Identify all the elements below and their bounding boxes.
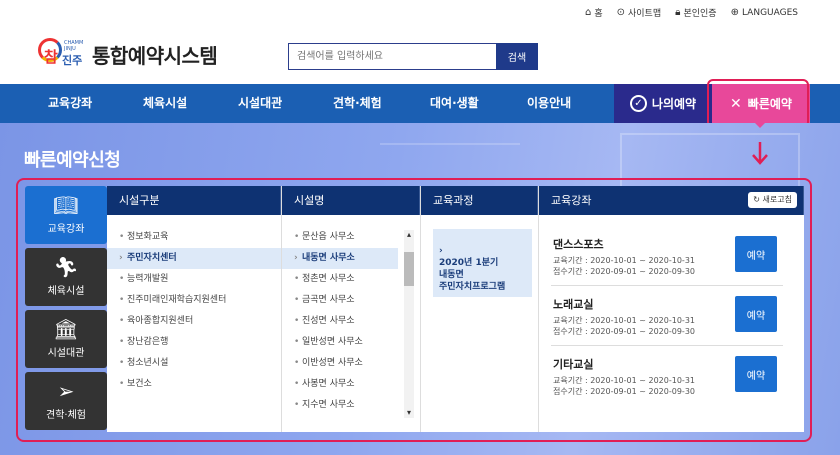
- facility-item[interactable]: • 일반성면 사무소: [282, 332, 398, 353]
- auth-link[interactable]: 🔒︎ 본인인증: [675, 6, 716, 19]
- bullet-icon: •: [294, 358, 300, 368]
- bullet-icon: •: [294, 400, 300, 410]
- category-tabs: 📖︎ 교육강좌 🏃︎ 체육시설 🏛︎ 시설대관 ➢ 견학·체험: [25, 186, 107, 432]
- quick-caret-icon: [754, 122, 766, 128]
- lecture-header: 교육강좌 ↻ 새로고침: [539, 186, 804, 215]
- reservation-content: 시설구분 • 정보화교육 › 주민자치센터 • 능력개발원 • 진주미래인재학습지원센터 • 육아…: [107, 186, 804, 432]
- sitemap-link[interactable]: ⊙ 사이트맵: [617, 6, 662, 19]
- facility-list: • 문산읍 사무소 › 내동면 사무소 • 정촌면 사무소 • 금곡면 사무소 • 진성면 사무소…: [282, 215, 398, 416]
- nav-item-tour[interactable]: 견학·체험: [333, 84, 382, 123]
- category-header: 시설구분: [107, 186, 281, 215]
- map-pin-icon: ⊙: [616, 7, 625, 18]
- bullet-icon: •: [294, 232, 300, 242]
- nav-item-education[interactable]: 교육강좌: [48, 84, 92, 123]
- reserve-button[interactable]: 예약: [735, 236, 777, 272]
- utility-bar: ⌂ 홈 ⊙ 사이트맵 🔒︎ 본인인증 ⊕ LANGUAGES: [0, 0, 840, 28]
- facility-item[interactable]: • 정촌면 사무소: [282, 269, 398, 290]
- nav-item-sports[interactable]: 체육시설: [143, 84, 187, 123]
- category-item[interactable]: • 능력개발원: [107, 269, 281, 290]
- category-item[interactable]: • 장난감은행: [107, 332, 281, 353]
- lock-icon: 🔒︎: [675, 7, 681, 18]
- chevron-up-icon[interactable]: ▴: [404, 230, 414, 240]
- bullet-icon: •: [294, 379, 300, 389]
- site-logo[interactable]: 참 CHAMM JINJU 진주 통합예약시스템: [38, 36, 218, 72]
- logo-mark: 참 CHAMM JINJU 진주: [38, 36, 88, 72]
- facility-item[interactable]: • 문산읍 사무소: [282, 227, 398, 248]
- chevron-down-icon[interactable]: ▾: [404, 408, 414, 418]
- bullet-icon: •: [119, 274, 125, 284]
- tab-tour[interactable]: ➢ 견학·체험: [25, 372, 107, 430]
- quick-reservation-highlight: [707, 79, 809, 128]
- facility-item[interactable]: • 진성면 사무소: [282, 311, 398, 332]
- nav-item-facility[interactable]: 시설대관: [238, 84, 282, 123]
- bullet-icon: •: [119, 379, 125, 389]
- course-column: 교육과정 › 2020년 1분기 내동면 주민자치프로그램: [421, 186, 539, 432]
- facility-item[interactable]: • 금곡면 사무소: [282, 290, 398, 311]
- bullet-icon: •: [294, 274, 300, 284]
- bullet-icon: •: [119, 337, 125, 347]
- category-column: 시설구분 • 정보화교육 › 주민자치센터 • 능력개발원 • 진주미래인재학습지원센터 • 육아…: [107, 186, 282, 432]
- globe-icon: ⊕: [730, 7, 739, 18]
- bullet-icon: •: [294, 295, 300, 305]
- page-title: 빠른예약신청: [24, 150, 121, 171]
- facility-item[interactable]: • 지수면 사무소: [282, 395, 398, 416]
- bullet-icon: •: [294, 337, 300, 347]
- tab-education[interactable]: 📖︎ 교육강좌: [25, 186, 107, 244]
- facility-item[interactable]: • 이반성면 사무소: [282, 353, 398, 374]
- category-item[interactable]: • 정보화교육: [107, 227, 281, 248]
- category-list: • 정보화교육 › 주민자치센터 • 능력개발원 • 진주미래인재학습지원센터 • 육아종합지원센…: [107, 215, 281, 395]
- bullet-icon: •: [294, 316, 300, 326]
- my-reservation-button[interactable]: ✓ 나의예약: [614, 84, 712, 123]
- check-circle-icon: ✓: [629, 95, 647, 112]
- home-icon: ⌂: [584, 7, 592, 18]
- bullet-icon: •: [119, 232, 125, 242]
- bullet-icon: •: [119, 295, 125, 305]
- runner-icon: 🏃︎: [53, 255, 79, 279]
- languages-link[interactable]: ⊕ LANGUAGES: [731, 6, 798, 19]
- tab-facility[interactable]: 🏛︎ 시설대관: [25, 310, 107, 368]
- tab-sports[interactable]: 🏃︎ 체육시설: [25, 248, 107, 306]
- chevron-right-icon: ›: [439, 246, 443, 256]
- refresh-icon: ↻: [753, 195, 760, 204]
- bullet-icon: •: [119, 358, 125, 368]
- site-title: 통합예약시스템: [92, 43, 218, 68]
- chevron-right-icon: ›: [294, 253, 298, 263]
- search-bar: 검색: [288, 43, 538, 70]
- scroll-thumb[interactable]: [404, 252, 414, 286]
- arrow-down-icon: [752, 142, 768, 165]
- facility-item[interactable]: • 사봉면 사무소: [282, 374, 398, 395]
- facility-column: 시설명 • 문산읍 사무소 › 내동면 사무소 • 정촌면 사무소 • 금곡면 사무소 • 진성면…: [282, 186, 421, 432]
- home-link[interactable]: ⌂ 홈: [585, 6, 603, 19]
- facility-header: 시설명: [282, 186, 420, 215]
- category-item[interactable]: • 진주미래인재학습지원센터: [107, 290, 281, 311]
- reserve-button[interactable]: 예약: [735, 356, 777, 392]
- category-item[interactable]: › 주민자치센터: [107, 248, 281, 269]
- search-button[interactable]: 검색: [496, 43, 538, 70]
- facility-scrollbar[interactable]: ▴ ▾: [404, 230, 414, 418]
- lecture-column: 교육강좌 ↻ 새로고침 댄스스포츠 교육기간 : 2020-10-01 ~ 20…: [539, 186, 804, 432]
- nav-item-guide[interactable]: 이용안내: [527, 84, 571, 123]
- lecture-card: 댄스스포츠 교육기간 : 2020-10-01 ~ 2020-10-31 접수기간…: [551, 226, 783, 286]
- category-item[interactable]: • 보건소: [107, 374, 281, 395]
- nav-item-rental[interactable]: 대여·생활: [430, 84, 479, 123]
- refresh-button[interactable]: ↻ 새로고침: [748, 192, 797, 208]
- lecture-card: 노래교실 교육기간 : 2020-10-01 ~ 2020-10-31 접수기간 …: [551, 286, 783, 346]
- reserve-button[interactable]: 예약: [735, 296, 777, 332]
- book-icon: 📖︎: [53, 193, 79, 217]
- bullet-icon: •: [119, 316, 125, 326]
- category-item[interactable]: • 청소년시설: [107, 353, 281, 374]
- building-icon: 🏛︎: [53, 317, 79, 341]
- search-input[interactable]: [288, 43, 496, 70]
- course-header: 교육과정: [421, 186, 538, 215]
- chevron-right-icon: ›: [119, 253, 123, 263]
- paper-plane-icon: ➢: [57, 379, 75, 403]
- category-item[interactable]: • 육아종합지원센터: [107, 311, 281, 332]
- course-item[interactable]: › 2020년 1분기 내동면 주민자치프로그램: [433, 229, 532, 297]
- lecture-card: 기타교실 교육기간 : 2020-10-01 ~ 2020-10-31 접수기간 …: [551, 346, 783, 406]
- facility-item[interactable]: › 내동면 사무소: [282, 248, 398, 269]
